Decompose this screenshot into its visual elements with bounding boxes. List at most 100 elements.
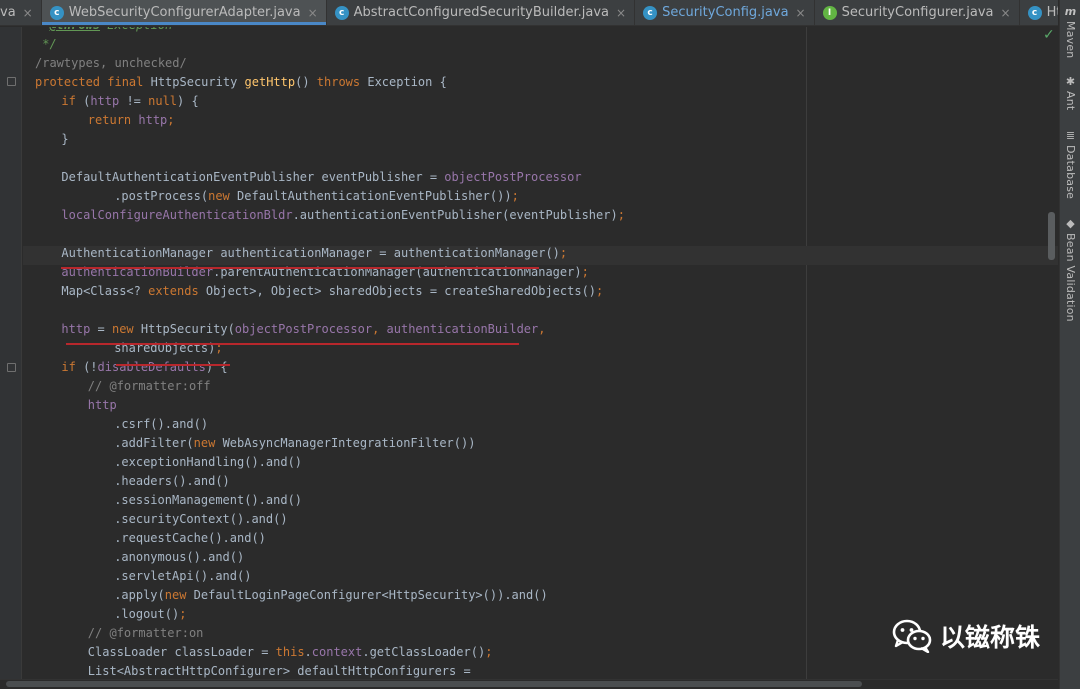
code-line[interactable]: return http; bbox=[88, 111, 175, 130]
database-icon: ≣ bbox=[1065, 129, 1076, 142]
code-line[interactable]: sharedObjects); bbox=[114, 339, 222, 358]
vertical-scrollbar-thumb[interactable] bbox=[1048, 212, 1055, 260]
code-line[interactable]: } bbox=[61, 130, 68, 149]
code-line[interactable]: ClassLoader classLoader = this.context.g… bbox=[88, 643, 493, 662]
maven-icon: m bbox=[1064, 5, 1077, 18]
code-line[interactable]: .anonymous().and() bbox=[114, 548, 244, 567]
code-token: ; bbox=[485, 645, 493, 659]
tab-5[interactable]: cHttpSecurity.java× bbox=[1020, 0, 1058, 25]
code-line[interactable]: authenticationBuilder.parentAuthenticati… bbox=[61, 263, 588, 282]
code-token: new bbox=[208, 189, 238, 203]
code-token: protected final bbox=[35, 75, 151, 89]
code-token: http bbox=[87, 398, 117, 412]
code-line[interactable]: protected final HttpSecurity getHttp() t… bbox=[35, 73, 447, 92]
code-token: Exception { bbox=[367, 75, 447, 89]
code-token: .requestCache().and() bbox=[114, 531, 266, 545]
code-token: new bbox=[164, 588, 194, 602]
code-token: DefaultLoginPageConfigurer<HttpSecurity>… bbox=[193, 588, 548, 602]
code-token: http bbox=[138, 113, 168, 127]
close-icon[interactable]: × bbox=[1001, 6, 1011, 20]
bean-validation-icon: ◆ bbox=[1066, 217, 1075, 230]
code-line[interactable]: .headers().and() bbox=[114, 472, 230, 491]
tab-4[interactable]: I SecurityConfigurer.java × bbox=[815, 0, 1020, 25]
code-line[interactable]: AuthenticationManager authenticationMana… bbox=[61, 244, 567, 263]
code-token: DefaultAuthenticationEventPublisher even… bbox=[61, 170, 445, 184]
watermark: 以镃称铢 bbox=[892, 618, 1040, 654]
code-token: ; bbox=[581, 265, 589, 279]
code-line[interactable]: .exceptionHandling().and() bbox=[114, 453, 302, 472]
code-token: ; bbox=[617, 208, 625, 222]
code-token: context bbox=[311, 645, 363, 659]
fold-marker-icon[interactable] bbox=[7, 77, 16, 86]
code-token: localConfigureAuthenticationBldr bbox=[61, 208, 293, 222]
code-line[interactable]: .logout(); bbox=[114, 605, 186, 624]
java-class-icon: c bbox=[334, 5, 349, 20]
tool-window-ant[interactable]: ✱ Ant bbox=[1060, 75, 1080, 111]
code-line[interactable]: /rawtypes, unchecked/ bbox=[35, 54, 187, 73]
fold-marker-icon[interactable] bbox=[7, 363, 16, 372]
code-token: } bbox=[61, 132, 69, 146]
code-line[interactable]: .securityContext().and() bbox=[114, 510, 287, 529]
close-icon[interactable]: × bbox=[616, 6, 626, 20]
code-token: .getClassLoader() bbox=[362, 645, 486, 659]
tool-window-label: Bean Validation bbox=[1064, 233, 1077, 322]
code-token: DefaultAuthenticationEventPublisher()) bbox=[237, 189, 512, 203]
close-icon[interactable]: × bbox=[796, 6, 806, 20]
tab-3[interactable]: c SecurityConfig.java × bbox=[635, 0, 815, 25]
code-line[interactable]: .sessionManagement().and() bbox=[114, 491, 302, 510]
code-line[interactable]: .servletApi().and() bbox=[114, 567, 251, 586]
right-margin-guide bbox=[806, 27, 807, 679]
java-class-icon: c bbox=[643, 5, 658, 20]
code-line[interactable]: .addFilter(new WebAsyncManagerIntegratio… bbox=[114, 434, 475, 453]
watermark-text: 以镃称铢 bbox=[940, 623, 1041, 652]
code-line[interactable]: if (!disableDefaults) { bbox=[61, 358, 227, 377]
editor-gutter[interactable] bbox=[0, 27, 22, 679]
close-icon[interactable]: × bbox=[308, 6, 318, 20]
tool-window-bean-validation[interactable]: ◆ Bean Validation bbox=[1060, 218, 1080, 322]
code-token: ; bbox=[511, 189, 519, 203]
code-token: ; bbox=[179, 607, 187, 621]
tool-window-label: Ant bbox=[1064, 91, 1077, 111]
code-line[interactable]: Map<Class<? extends Object>, Object> sha… bbox=[61, 282, 603, 301]
code-line[interactable]: http bbox=[88, 396, 117, 415]
code-editor[interactable]: * @throws Exception */ /rawtypes, uncheck… bbox=[0, 27, 1058, 679]
code-token: @throws bbox=[49, 27, 100, 32]
code-token: ; bbox=[167, 113, 175, 127]
code-line[interactable]: DefaultAuthenticationEventPublisher even… bbox=[61, 168, 581, 187]
code-token: HttpSecurity( bbox=[140, 322, 235, 336]
tab-0[interactable]: va × bbox=[0, 0, 42, 25]
code-token: * bbox=[35, 27, 49, 32]
ant-icon: ✱ bbox=[1065, 75, 1076, 88]
code-line[interactable]: localConfigureAuthenticationBldr.authent… bbox=[61, 206, 625, 225]
code-token: .headers().and() bbox=[114, 474, 230, 488]
code-line[interactable]: .postProcess(new DefaultAuthenticationEv… bbox=[114, 187, 519, 206]
horizontal-scrollbar-thumb[interactable] bbox=[6, 681, 862, 687]
code-line[interactable]: .requestCache().and() bbox=[114, 529, 266, 548]
code-line[interactable]: * @throws Exception bbox=[35, 27, 172, 35]
tab-1[interactable]: c WebSecurityConfigurerAdapter.java × bbox=[41, 0, 327, 25]
code-token: return bbox=[87, 113, 139, 127]
code-line[interactable]: .apply(new DefaultLoginPageConfigurer<Ht… bbox=[114, 586, 548, 605]
inspection-ok-icon: ✓ bbox=[1043, 27, 1055, 43]
wechat-icon bbox=[892, 619, 932, 653]
code-token: Object>, Object> sharedObjects = createS… bbox=[205, 284, 597, 298]
tab-2[interactable]: c AbstractConfiguredSecurityBuilder.java × bbox=[327, 0, 636, 25]
code-line[interactable]: List<AbstractHttpConfigurer> defaultHttp… bbox=[88, 662, 471, 679]
code-line[interactable]: */ bbox=[35, 35, 56, 54]
tab-label: HttpSecurity.java bbox=[1046, 5, 1058, 20]
code-line[interactable]: .csrf().and() bbox=[114, 415, 208, 434]
code-token: HttpSecurity bbox=[150, 75, 245, 89]
code-token: disableDefaults bbox=[97, 360, 206, 374]
java-class-icon: c bbox=[49, 5, 64, 20]
tool-window-database[interactable]: ≣ Database bbox=[1060, 129, 1080, 200]
code-token: // @formatter:on bbox=[87, 626, 204, 640]
code-token: .csrf().and() bbox=[114, 417, 209, 431]
tool-window-maven[interactable]: m Maven bbox=[1060, 5, 1080, 59]
code-token: getHttp bbox=[244, 75, 296, 89]
code-line[interactable]: http = new HttpSecurity(objectPostProces… bbox=[61, 320, 545, 339]
code-line[interactable]: // @formatter:off bbox=[88, 377, 211, 396]
code-line[interactable]: if (http != null) { bbox=[61, 92, 198, 111]
tool-window-label: Maven bbox=[1064, 21, 1077, 59]
code-line[interactable]: // @formatter:on bbox=[88, 624, 204, 643]
close-icon[interactable]: × bbox=[23, 6, 33, 20]
